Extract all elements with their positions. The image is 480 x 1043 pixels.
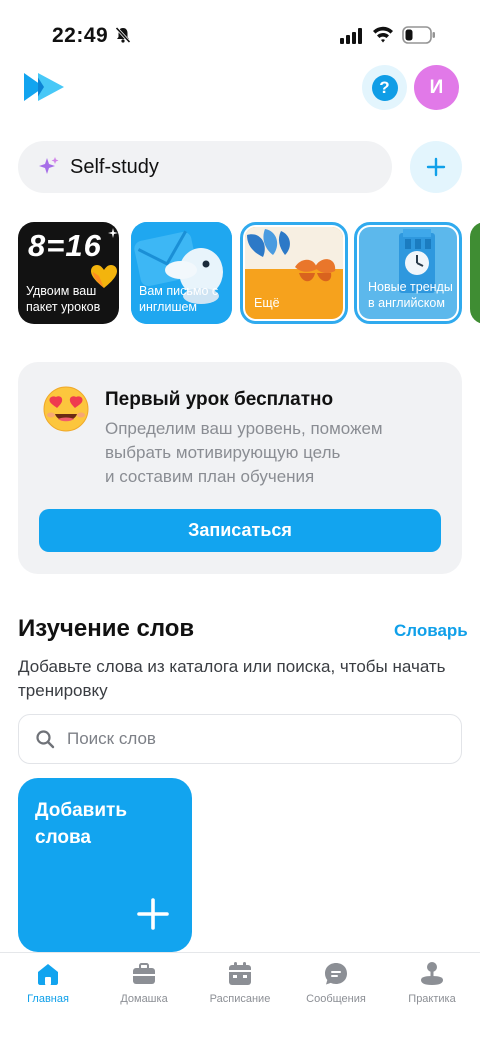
self-study-label: Self-study	[70, 155, 159, 178]
battery-icon	[402, 26, 435, 44]
bottom-navigation: Главная Домашка Расписание Сообщения Пра…	[0, 952, 480, 1043]
add-words-label: Добавить слова	[35, 800, 128, 848]
trial-description-line: и составим план обучения	[105, 467, 315, 486]
chat-icon	[325, 963, 347, 985]
story-letter[interactable]: Вам письмо с инглишем	[131, 222, 232, 324]
words-section-title: Изучение слов	[18, 615, 195, 642]
sparkle-icon	[108, 228, 118, 238]
app-logo-icon[interactable]	[22, 70, 66, 104]
nav-label: Сообщения	[306, 993, 366, 1005]
story-next-partial[interactable]	[470, 222, 480, 324]
search-input[interactable]	[67, 729, 427, 749]
self-study-button[interactable]: Self-study	[18, 141, 392, 193]
trial-lesson-card: Первый урок бесплатно Определим ваш уров…	[18, 362, 462, 574]
sparkle-icon	[39, 157, 59, 174]
signup-button[interactable]: Записаться	[39, 509, 441, 552]
bell-muted-icon	[115, 26, 131, 44]
nav-label: Расписание	[209, 993, 271, 1005]
story-label: Вам письмо с инглишем	[139, 284, 219, 314]
status-time: 22:49	[52, 24, 109, 47]
story-headline: 8=16	[28, 228, 102, 263]
stories-carousel[interactable]: 8=16 Удвоим ваш пакет уроков Вам письмо …	[18, 222, 480, 326]
home-icon	[38, 964, 58, 985]
plus-icon	[426, 157, 446, 177]
trial-description-line: Определим ваш уровень, поможем	[105, 419, 383, 438]
word-search-field[interactable]	[18, 714, 462, 764]
calendar-icon	[229, 962, 251, 985]
status-bar: 22:49	[0, 0, 480, 70]
nav-homework[interactable]: Домашка	[96, 961, 192, 1011]
wifi-icon	[373, 26, 393, 43]
add-words-card[interactable]: Добавить слова	[18, 778, 192, 952]
nav-messages[interactable]: Сообщения	[288, 961, 384, 1011]
question-icon: ?	[371, 74, 398, 101]
story-double-package[interactable]: 8=16 Удвоим ваш пакет уроков	[18, 222, 119, 324]
nav-label: Главная	[27, 993, 69, 1005]
story-label: Ещё	[254, 296, 280, 310]
joystick-icon	[421, 962, 443, 985]
add-button[interactable]	[410, 141, 462, 193]
story-trends[interactable]: Новые тренды в английском	[354, 222, 462, 324]
nav-schedule[interactable]: Расписание	[192, 961, 288, 1011]
nav-label: Домашка	[120, 993, 168, 1005]
cellular-signal-icon	[340, 28, 362, 44]
nav-home[interactable]: Главная	[0, 961, 96, 1011]
story-label: Удвоим ваш пакет уроков	[26, 284, 101, 314]
briefcase-icon	[133, 963, 155, 984]
words-description: Добавьте слова из каталога или поиска, ч…	[18, 657, 446, 700]
search-icon	[36, 730, 55, 749]
avatar[interactable]: И	[414, 65, 459, 110]
trial-title: Первый урок бесплатно	[105, 389, 334, 410]
nav-practice[interactable]: Практика	[384, 961, 480, 1011]
help-button[interactable]: ?	[362, 65, 407, 110]
story-more[interactable]: Ещё	[240, 222, 348, 324]
plus-icon	[137, 898, 169, 930]
dictionary-link[interactable]: Словарь	[394, 621, 468, 641]
nav-label: Практика	[408, 993, 456, 1005]
heart-eyes-emoji-icon	[43, 386, 89, 432]
trial-description: Определим ваш уровень, поможем выбрать м…	[105, 417, 425, 489]
trial-description-line: выбрать мотивирующую цель	[105, 443, 341, 462]
story-label: Новые тренды в английском	[368, 280, 453, 310]
